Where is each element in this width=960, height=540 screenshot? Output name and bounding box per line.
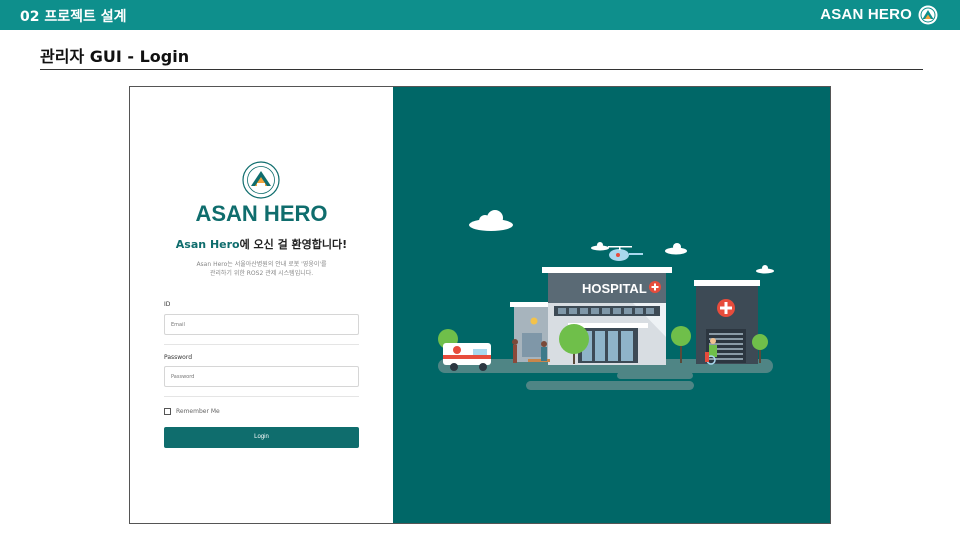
login-panel: ASAN HERO Asan Hero에 오신 걸 환영합니다! Asan He… [130, 87, 393, 523]
password-input[interactable] [164, 366, 359, 387]
form-divider [164, 396, 359, 397]
login-screen-mockup: ASAN HERO Asan Hero에 오신 걸 환영합니다! Asan He… [129, 86, 831, 524]
password-label: Password [164, 354, 193, 361]
road [617, 372, 693, 379]
cloud-icon [591, 242, 609, 251]
roof [542, 267, 672, 273]
hospital-illustration: HOSPITAL [438, 210, 774, 390]
description-line-2: 관리하기 위한 ROS2 관제 시스템입니다. [209, 270, 314, 277]
form-divider [164, 344, 359, 345]
welcome-message: Asan Hero에 오신 걸 환영합니다! [130, 236, 393, 252]
remember-me-label: Remember Me [176, 408, 220, 415]
cloud-icon [756, 265, 774, 274]
asan-hero-emblem-icon [242, 161, 280, 199]
cloud-icon [665, 243, 687, 255]
road [526, 381, 694, 390]
slide-title: 관리자 GUI - Login [40, 47, 190, 66]
email-input[interactable] [164, 314, 359, 335]
illustration-panel: HOSPITAL [393, 87, 830, 523]
section-title: 02 프로젝트 설계 [20, 9, 127, 25]
title-divider [40, 69, 923, 70]
remember-me-checkbox[interactable] [164, 408, 171, 415]
person [541, 347, 547, 361]
header-brand: ASAN HERO [820, 6, 912, 23]
id-label: ID [164, 301, 171, 308]
welcome-highlight: Asan Hero [175, 238, 240, 251]
tree-icon [671, 326, 691, 363]
header-bar: 02 프로젝트 설계 ASAN HERO [0, 0, 960, 30]
cloud-icon [469, 210, 513, 231]
helicopter-icon [608, 246, 643, 261]
brand-logo-icon [918, 5, 938, 25]
person [513, 345, 517, 363]
system-description: Asan Hero는 서울아산병원의 안내 로봇 '영웅이'를 관리하기 위한 … [170, 260, 353, 278]
wheelchair-person [709, 345, 717, 357]
login-button[interactable]: Login [164, 427, 359, 448]
login-brand-title: ASAN HERO [195, 201, 328, 226]
welcome-text: 에 오신 걸 환영합니다! [239, 238, 348, 251]
description-line-1: Asan Hero는 서울아산병원의 안내 로봇 '영웅이'를 [196, 261, 327, 268]
hospital-sign: HOSPITAL [582, 281, 647, 296]
